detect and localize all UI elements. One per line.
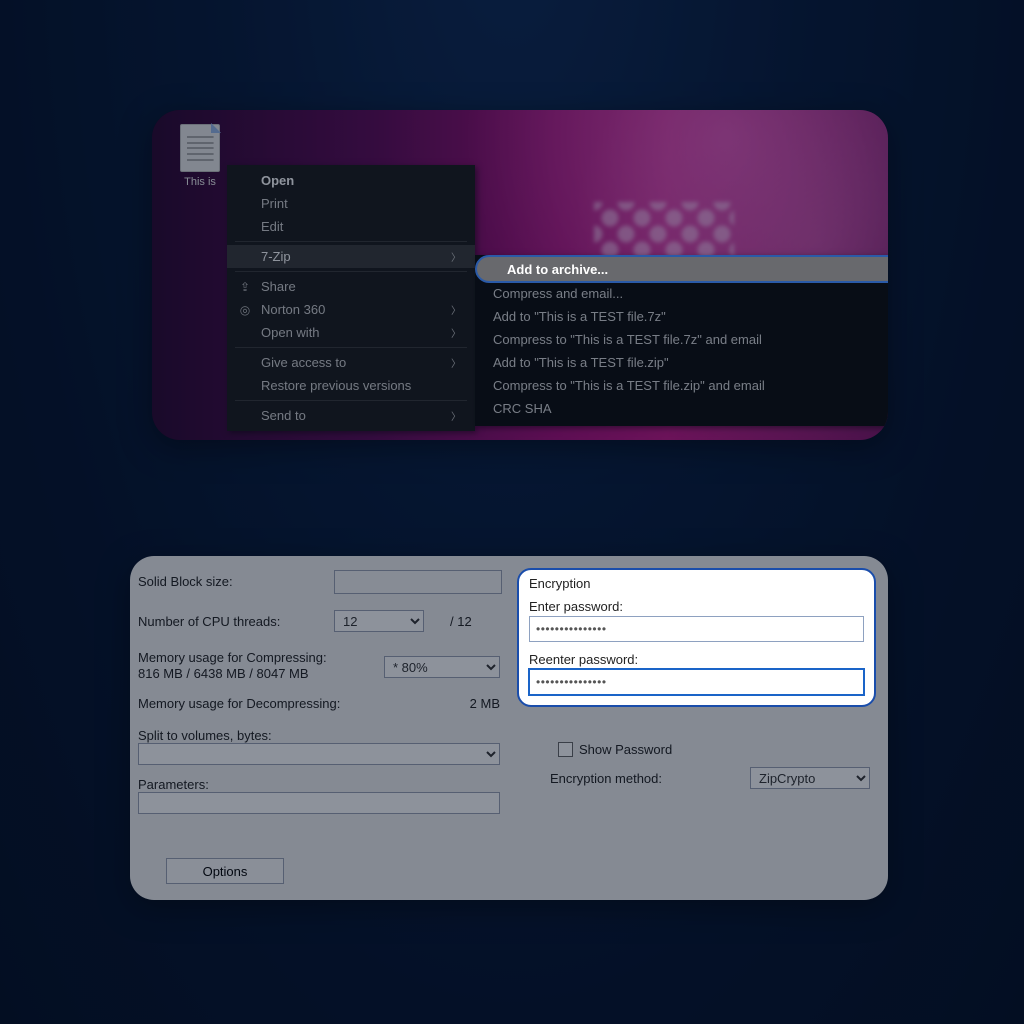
mem-decompress-value: 2 MB — [470, 696, 500, 711]
submenu-item-compress-zip-email[interactable]: Compress to "This is a TEST file.zip" an… — [475, 374, 888, 397]
menu-separator — [235, 271, 467, 272]
menu-item-restore[interactable]: Restore previous versions — [227, 374, 475, 397]
menu-item-edit[interactable]: Edit — [227, 215, 475, 238]
reenter-password-input[interactable] — [529, 669, 864, 695]
submenu-item-add-7z[interactable]: Add to "This is a TEST file.7z" — [475, 305, 888, 328]
menu-item-norton[interactable]: ◎ Norton 360 〉 — [227, 298, 475, 321]
chevron-right-icon: 〉 — [451, 355, 461, 370]
mem-decompress-row: Memory usage for Decompressing: 2 MB — [138, 692, 508, 718]
show-password-label: Show Password — [579, 742, 672, 757]
menu-item-share[interactable]: ⇪ Share — [227, 275, 475, 298]
file-label: This is — [172, 176, 228, 188]
mem-compress-label: Memory usage for Compressing: — [138, 650, 327, 665]
dialog-left-column: Solid Block size: Number of CPU threads:… — [138, 566, 508, 814]
menu-separator — [235, 241, 467, 242]
context-menu: Open Print Edit 7-Zip 〉 ⇪ Share ◎ Norton… — [227, 165, 475, 431]
menu-item-send-to[interactable]: Send to 〉 — [227, 404, 475, 427]
encryption-title: Encryption — [529, 576, 864, 591]
threads-max: / 12 — [450, 614, 472, 629]
solid-block-field[interactable] — [334, 570, 502, 594]
mem-decompress-label: Memory usage for Decompressing: — [138, 696, 340, 711]
text-file-icon — [180, 124, 220, 172]
7zip-submenu: Add to archive... Compress and email... … — [475, 255, 888, 426]
checkbox-icon — [558, 742, 573, 757]
menu-separator — [235, 347, 467, 348]
parameters-input[interactable] — [138, 792, 500, 814]
encryption-method-select[interactable]: ZipCrypto — [750, 767, 870, 789]
mem-pct-select[interactable]: * 80% — [384, 656, 500, 678]
submenu-item-add-zip[interactable]: Add to "This is a TEST file.zip" — [475, 351, 888, 374]
add-to-archive-dialog: Solid Block size: Number of CPU threads:… — [130, 556, 888, 900]
submenu-item-compress-email[interactable]: Compress and email... — [475, 282, 888, 305]
submenu-item-compress-7z-email[interactable]: Compress to "This is a TEST file.7z" and… — [475, 328, 888, 351]
share-icon: ⇪ — [237, 280, 253, 294]
chevron-right-icon: 〉 — [451, 408, 461, 423]
split-label: Split to volumes, bytes: — [138, 728, 508, 743]
desktop-file-icon[interactable]: This is — [172, 124, 228, 188]
split-volumes-select[interactable] — [138, 743, 500, 765]
context-menu-screenshot: This is Open Print Edit 7-Zip 〉 ⇪ Share … — [152, 110, 888, 440]
chevron-right-icon: 〉 — [451, 325, 461, 340]
chevron-right-icon: 〉 — [451, 302, 461, 317]
threads-label: Number of CPU threads: — [138, 614, 280, 629]
threads-select[interactable]: 12 — [334, 610, 424, 632]
menu-separator — [235, 400, 467, 401]
threads-row: Number of CPU threads: 12 / 12 — [138, 610, 508, 636]
menu-item-7zip[interactable]: 7-Zip 〉 — [227, 245, 475, 268]
menu-item-give-access[interactable]: Give access to 〉 — [227, 351, 475, 374]
mem-compress-row: Memory usage for Compressing: 816 MB / 6… — [138, 646, 508, 686]
enter-password-label: Enter password: — [529, 599, 864, 614]
reenter-password-label: Reenter password: — [529, 652, 864, 667]
mem-compress-values: 816 MB / 6438 MB / 8047 MB — [138, 666, 309, 681]
encryption-lower: Show Password Encryption method: ZipCryp… — [550, 742, 870, 789]
norton-icon: ◎ — [237, 303, 253, 317]
solid-block-label: Solid Block size: — [138, 574, 233, 589]
submenu-item-crc-sha[interactable]: CRC SHA 〉 — [475, 397, 888, 420]
enter-password-input[interactable] — [529, 616, 864, 642]
solid-block-row: Solid Block size: — [138, 570, 508, 596]
menu-item-open-with[interactable]: Open with 〉 — [227, 321, 475, 344]
encryption-method-label: Encryption method: — [550, 771, 662, 786]
parameters-label: Parameters: — [138, 777, 508, 792]
menu-item-open[interactable]: Open — [227, 169, 475, 192]
encryption-group: Encryption Enter password: Reenter passw… — [517, 568, 876, 707]
menu-item-print[interactable]: Print — [227, 192, 475, 215]
chevron-right-icon: 〉 — [451, 249, 461, 264]
encryption-method-row: Encryption method: ZipCrypto — [550, 767, 870, 789]
options-button[interactable]: Options — [166, 858, 284, 884]
show-password-checkbox[interactable]: Show Password — [558, 742, 870, 757]
